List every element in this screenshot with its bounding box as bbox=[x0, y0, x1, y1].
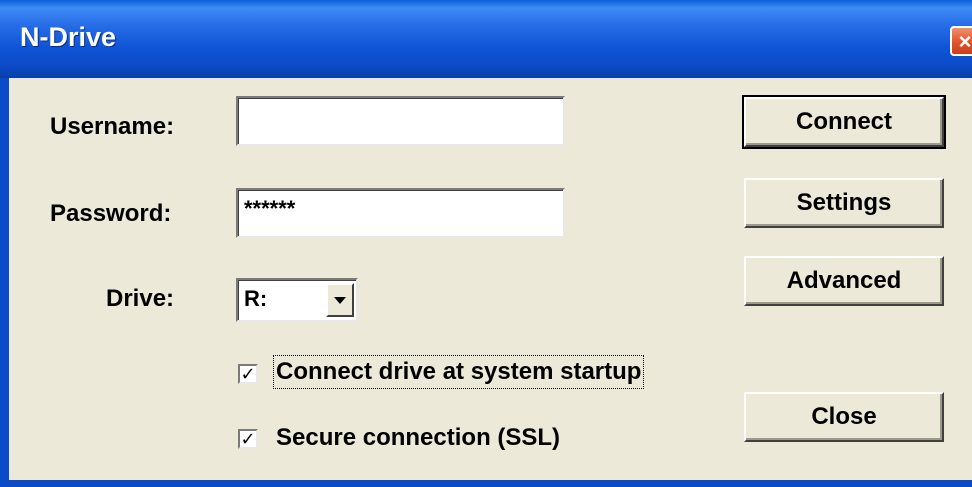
username-label: Username: bbox=[50, 113, 175, 140]
password-label: Password: bbox=[50, 200, 172, 227]
ssl-checkbox-label[interactable]: Secure connection (SSL) bbox=[276, 424, 560, 452]
startup-checkbox-label[interactable]: Connect drive at system startup bbox=[272, 355, 645, 389]
window-title: N-Drive bbox=[20, 22, 117, 52]
n-drive-dialog: N-Drive × Username: Password: ****** Dri… bbox=[0, 0, 972, 487]
title-bar[interactable]: N-Drive × bbox=[0, 0, 972, 78]
window-left-border bbox=[0, 78, 9, 487]
drive-select[interactable]: R: bbox=[236, 278, 358, 322]
close-button[interactable]: Close bbox=[744, 392, 944, 442]
connect-button[interactable]: Connect bbox=[742, 95, 946, 149]
window-bottom-border bbox=[0, 480, 972, 487]
settings-button[interactable]: Settings bbox=[744, 178, 944, 228]
username-input[interactable] bbox=[236, 96, 565, 146]
password-input[interactable]: ****** bbox=[236, 188, 565, 238]
advanced-button[interactable]: Advanced bbox=[744, 256, 944, 306]
close-icon[interactable]: × bbox=[950, 26, 972, 56]
drive-label: Drive: bbox=[106, 285, 175, 312]
chevron-down-icon[interactable] bbox=[326, 283, 354, 317]
drive-select-value: R: bbox=[244, 286, 268, 311]
startup-checkbox[interactable]: ✓ bbox=[238, 364, 258, 384]
ssl-checkbox[interactable]: ✓ bbox=[238, 429, 258, 449]
